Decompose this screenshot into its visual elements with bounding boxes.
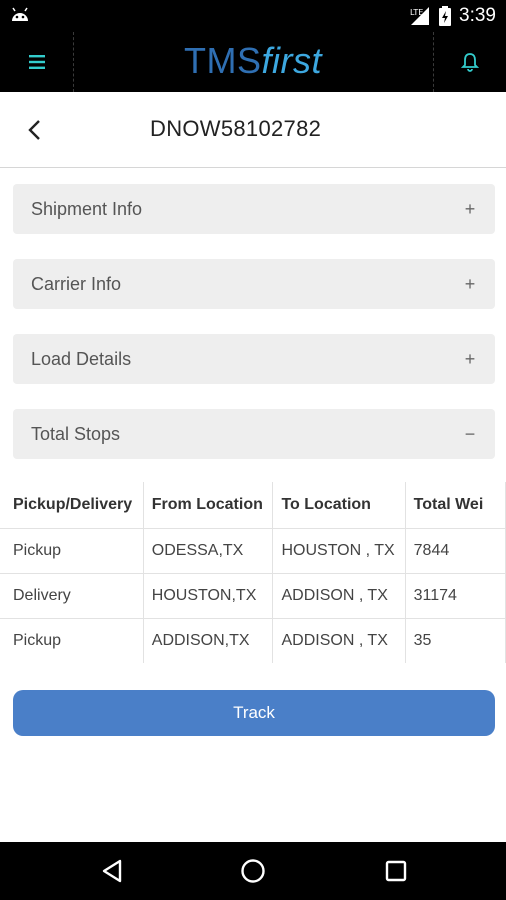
- section-label: Shipment Info: [31, 198, 143, 219]
- recents-square-icon: [385, 860, 407, 882]
- stops-table-scroll[interactable]: Pickup/Delivery From Location To Locatio…: [0, 482, 506, 668]
- table-cell: HOUSTON,TX: [143, 572, 274, 618]
- table-cell: 7844: [405, 527, 506, 573]
- svg-text:LTE: LTE: [410, 8, 423, 17]
- nav-home-button[interactable]: [223, 842, 283, 900]
- back-button[interactable]: [20, 114, 48, 146]
- battery-icon: [439, 6, 452, 26]
- table-cell: Pickup: [0, 527, 144, 573]
- column-header: Total Wei: [405, 482, 506, 528]
- table-cell: Delivery: [0, 572, 144, 618]
- logo-suffix: first: [261, 40, 322, 81]
- section-load-details[interactable]: Load Details +: [13, 334, 495, 384]
- track-button[interactable]: Track: [13, 690, 495, 736]
- app-header: TMSfirst: [0, 32, 506, 92]
- table-row: Pickup ODESSA,TX HOUSTON , TX 7844: [0, 527, 506, 573]
- chevron-left-icon: [28, 120, 40, 140]
- column-header: From Location: [143, 482, 274, 528]
- signal-icon: LTE: [410, 7, 430, 25]
- bell-icon: [461, 53, 479, 72]
- table-cell: ODESSA,TX: [143, 527, 274, 573]
- section-shipment-info[interactable]: Shipment Info +: [13, 184, 495, 234]
- table-cell: 35: [405, 617, 506, 663]
- table-cell: ADDISON , TX: [272, 617, 406, 663]
- status-time: 3:39: [459, 5, 496, 26]
- status-bar: LTE 3:39: [0, 0, 506, 32]
- table-cell: HOUSTON , TX: [272, 527, 406, 573]
- section-carrier-info[interactable]: Carrier Info +: [13, 259, 495, 309]
- section-label: Carrier Info: [31, 273, 122, 294]
- back-triangle-icon: [102, 859, 122, 883]
- android-icon: [12, 7, 28, 21]
- stops-table: Pickup/Delivery From Location To Locatio…: [0, 482, 506, 663]
- logo-prefix: TMS: [184, 40, 262, 81]
- table-cell: Pickup: [0, 617, 144, 663]
- system-nav-bar: [0, 842, 506, 900]
- notifications-button[interactable]: [434, 32, 506, 92]
- home-circle-icon: [241, 859, 265, 883]
- section-total-stops[interactable]: Total Stops −: [13, 409, 495, 459]
- section-label: Load Details: [31, 348, 132, 369]
- expand-icon: +: [464, 198, 476, 219]
- nav-recents-button[interactable]: [366, 842, 426, 900]
- page-title: DNOW58102782: [150, 116, 322, 141]
- collapse-icon: −: [464, 423, 476, 444]
- expand-icon: +: [464, 348, 476, 369]
- app-logo: TMSfirst: [0, 40, 506, 82]
- nav-back-button[interactable]: [82, 842, 142, 900]
- table-cell: ADDISON , TX: [272, 572, 406, 618]
- page-title-bar: DNOW58102782: [0, 92, 506, 168]
- table-header-row: Pickup/Delivery From Location To Locatio…: [0, 482, 506, 528]
- column-header: To Location: [272, 482, 406, 528]
- table-row: Pickup ADDISON,TX ADDISON , TX 35: [0, 617, 506, 663]
- table-row: Delivery HOUSTON,TX ADDISON , TX 31174: [0, 572, 506, 618]
- column-header: Pickup/Delivery: [0, 482, 144, 528]
- expand-icon: +: [464, 273, 476, 294]
- table-cell: ADDISON,TX: [143, 617, 274, 663]
- section-label: Total Stops: [31, 423, 121, 444]
- table-cell: 31174: [405, 572, 506, 618]
